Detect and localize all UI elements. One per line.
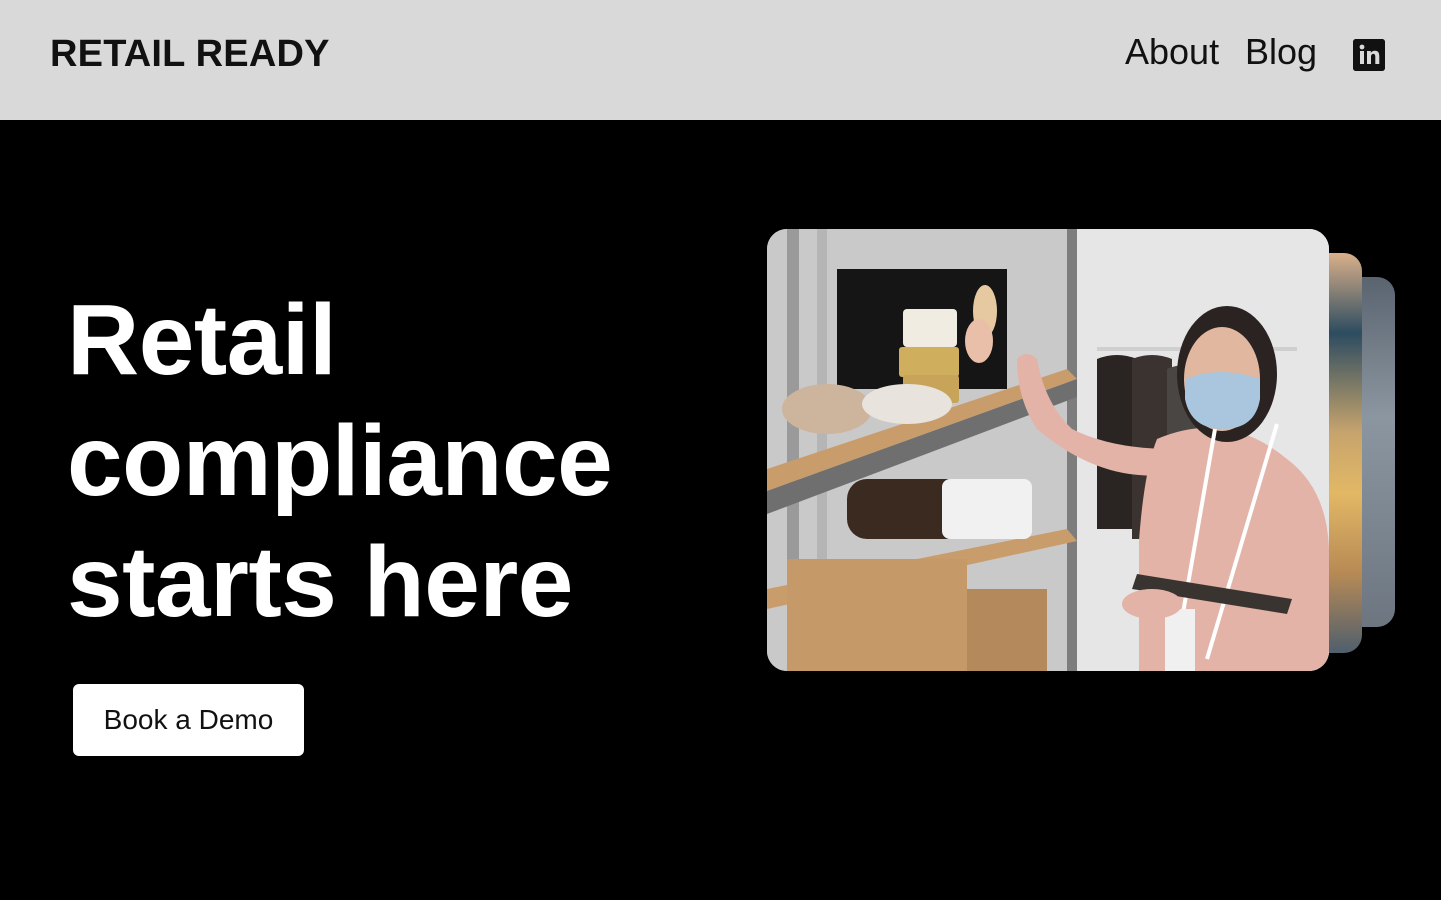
headline-line-1: Retail	[67, 284, 337, 396]
linkedin-icon[interactable]	[1353, 39, 1385, 71]
headline-line-2: compliance	[67, 405, 613, 517]
nav-blog-link[interactable]: Blog	[1245, 31, 1317, 73]
hero-section: Retail compliance starts here Book a Dem…	[0, 120, 1441, 900]
site-header: RETAIL READY About Blog	[0, 0, 1441, 120]
hero-headline: Retail compliance starts here	[67, 280, 727, 643]
brand-logo[interactable]: RETAIL READY	[50, 33, 330, 76]
nav-about-link[interactable]: About	[1125, 31, 1219, 73]
book-demo-button[interactable]: Book a Demo	[73, 684, 304, 756]
retail-worker-photo	[767, 229, 1329, 671]
headline-line-3: starts here	[67, 526, 573, 638]
